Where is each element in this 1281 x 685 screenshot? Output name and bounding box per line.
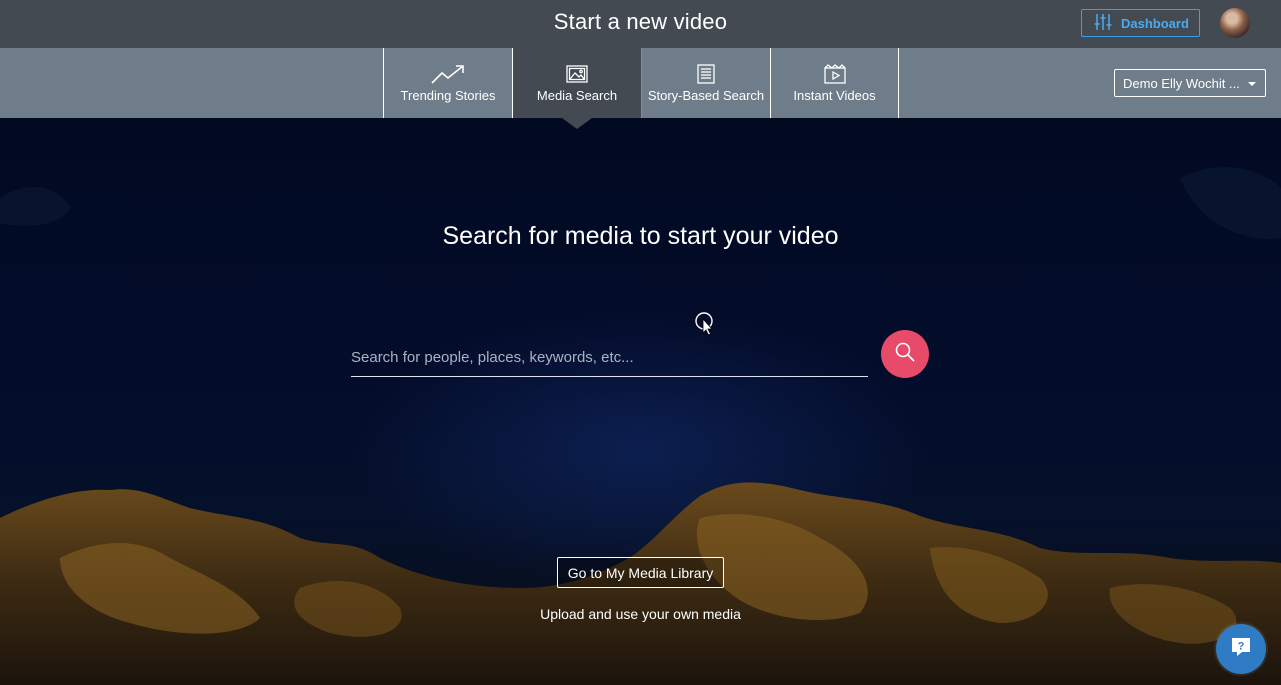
tab-label: Trending Stories: [400, 88, 496, 103]
image-icon: [566, 63, 588, 85]
mouse-pointer-icon: [694, 311, 716, 342]
trending-icon: [431, 63, 465, 85]
nav-tabs: Trending Stories Media Search Story-Base…: [383, 48, 899, 129]
rocky-landscape-graphic: [0, 167, 1281, 685]
tab-label: Media Search: [536, 88, 618, 103]
chevron-down-icon: [1248, 82, 1256, 86]
background-image: [0, 118, 1281, 685]
search-icon: [894, 341, 916, 368]
account-dropdown[interactable]: Demo Elly Wochit ...: [1114, 69, 1266, 97]
tab-instant-videos[interactable]: Instant Videos: [770, 48, 899, 118]
tab-label: Story-Based Search: [647, 88, 765, 103]
tab-trending-stories[interactable]: Trending Stories: [383, 48, 512, 118]
help-chat-icon: ?: [1229, 635, 1253, 664]
document-icon: [697, 63, 715, 85]
tab-label: Instant Videos: [793, 88, 876, 103]
help-chat-button[interactable]: ?: [1216, 624, 1266, 674]
user-avatar[interactable]: [1220, 8, 1250, 38]
svg-text:?: ?: [1238, 640, 1245, 652]
main-heading: Search for media to start your video: [442, 222, 839, 250]
dashboard-label: Dashboard: [1121, 15, 1189, 31]
nav-bar: Trending Stories Media Search Story-Base…: [0, 48, 1281, 129]
top-bar: Start a new video Dashboard: [0, 0, 1281, 48]
sliders-icon: [1094, 13, 1112, 34]
media-library-subtext: Upload and use your own media: [540, 606, 741, 622]
search-button[interactable]: [881, 330, 929, 378]
media-library-button[interactable]: Go to My Media Library: [557, 557, 724, 588]
dashboard-button[interactable]: Dashboard: [1081, 9, 1200, 37]
tab-story-based-search[interactable]: Story-Based Search: [641, 48, 770, 118]
account-label: Demo Elly Wochit ...: [1123, 75, 1240, 91]
app-page: Start a new video Dashboard Trending Sto…: [0, 0, 1281, 685]
media-search-input[interactable]: [351, 344, 868, 377]
tab-media-search[interactable]: Media Search: [512, 48, 641, 129]
video-icon: [823, 63, 846, 85]
